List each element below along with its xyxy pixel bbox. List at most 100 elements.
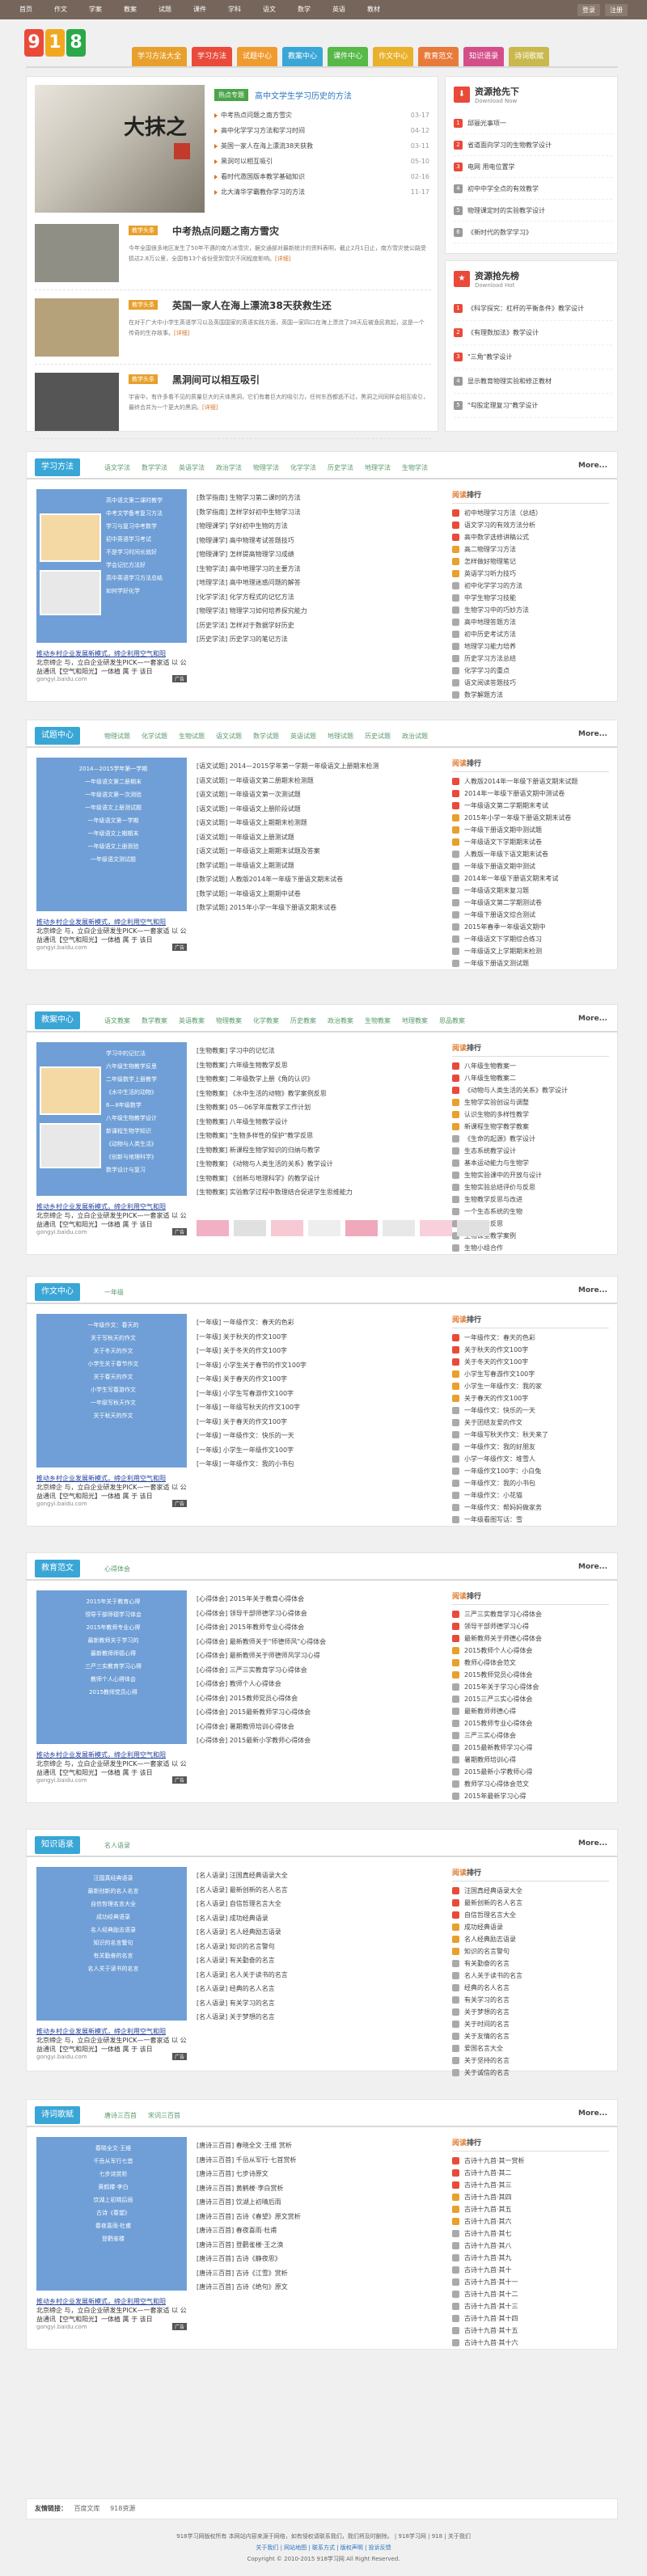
section-subnav-link[interactable]: 历史试题 (365, 732, 391, 741)
feature-text-line[interactable]: 一年级写秋天作文 (44, 1396, 182, 1409)
article-list-item[interactable]: [心得体会] 2015教师党员心得体会 (197, 1691, 439, 1706)
article-list-item[interactable]: [名人语录] 最新创新的名人名言 (197, 1883, 439, 1898)
article-list-item[interactable]: [名人语录] 汪国真经典语录大全 (197, 1869, 439, 1883)
rank-list-item[interactable]: 有关学习的名言 (452, 1994, 609, 2006)
rank-list-item[interactable]: 关于冬天的作文100字 (452, 1356, 609, 1368)
feature-text-line[interactable]: 有关勤奋的名言 (44, 1949, 182, 1962)
feature-text-line[interactable]: 一年级语文第一学期 (44, 814, 182, 827)
article-list-item[interactable]: [生物学法] 高中地理学习的主要方法 (197, 562, 439, 576)
feature-text-line[interactable]: 二年级数学上册教学 (106, 1073, 184, 1086)
ranked-item[interactable]: 3 电网 用电位置学 (454, 156, 612, 178)
rank-list-item[interactable]: 一年级作文：小花猫 (452, 1489, 609, 1501)
ad-title[interactable]: 推动乡村企业发展新模式，缔企利用空气和阳 (36, 1202, 187, 1211)
section-feature-image[interactable]: 2014—2015学年第一学期 一年级语文第二册期末 一年级语文第一次测验 一年级语文… (36, 758, 187, 911)
rank-list-item[interactable]: 古诗十九首·其十一 (452, 2276, 609, 2288)
rank-list-item[interactable]: 一年级写秋天作文：秋天来了 (452, 1429, 609, 1441)
article-list-item[interactable]: [语文试题] 一年级语文上册测试题 (197, 830, 439, 845)
article-list-item[interactable]: [心得体会] 最新教师关于师德师风学习心得 (197, 1649, 439, 1663)
section-subnav-link[interactable]: 宋词三百首 (148, 2111, 180, 2120)
article-list-item[interactable]: [生物教案] 六年级生物教学反思 (197, 1058, 439, 1073)
section-subnav-link[interactable]: 英语试题 (290, 732, 316, 741)
section-subnav-link[interactable]: 语文学法 (104, 463, 130, 472)
feature-text-line[interactable]: 关于写秋天的作文 (44, 1332, 182, 1345)
section-subnav-link[interactable]: 地理教案 (402, 1016, 428, 1025)
rank-list-item[interactable]: 小学生写春游作文100字 (452, 1368, 609, 1380)
article-list-item[interactable]: [数学试题] 2015年小学一年级下册语文期末试卷 (197, 901, 439, 915)
article-list-item[interactable]: [一年级] 关于春天的作文100字 (197, 1415, 439, 1429)
article-list-item[interactable]: [心得体会] 2015最新教师学习心得体会 (197, 1705, 439, 1720)
section-subnav-link[interactable]: 生物学法 (402, 463, 428, 472)
article-list-item[interactable]: [生物教案] 《水中生活的动物》教学案例反思 (197, 1087, 439, 1101)
rank-list-item[interactable]: 关于秋天的作文100字 (452, 1344, 609, 1356)
ad-title[interactable]: 推动乡村企业发展新模式，缔企利用空气和阳 (36, 918, 187, 927)
feature-text-line[interactable]: 教师个人心得体会 (44, 1673, 182, 1686)
section-subnav-link[interactable]: 政治教案 (328, 1016, 353, 1025)
article-list-item[interactable]: [心得体会] 三严三实教育学习心得体会 (197, 1663, 439, 1678)
rank-list-item[interactable]: 汪国真经典语录大全 (452, 1885, 609, 1897)
ad-title[interactable]: 推动乡村企业发展新模式，缔企利用空气和阳 (36, 1750, 187, 1759)
rank-list-item[interactable]: 八年级生物教案二 (452, 1072, 609, 1084)
article-list-item[interactable]: [心得体会] 暑期教师培训心得体会 (197, 1720, 439, 1734)
section-tag[interactable]: 教育范文 (35, 1560, 80, 1577)
article-list-item[interactable]: [物理课学] 高中物理考试答题技巧 (197, 534, 439, 548)
article-list-item[interactable]: [生物教案] "生物多样性的保护"教学反思 (197, 1129, 439, 1143)
article-list-item[interactable]: [物理学法] 物理学习如何培养探究能力 (197, 604, 439, 619)
feature-text-line[interactable]: 不是学习时间长就好 (106, 546, 184, 559)
feature-text-line[interactable]: 领导干部师德学习体会 (44, 1608, 182, 1621)
rank-list-item[interactable]: 名人关于读书的名言 (452, 1970, 609, 1982)
top-nav-item[interactable]: 学科 (228, 0, 241, 19)
ranked-item[interactable]: 5 "勾股定理复习"教学设计 (454, 394, 612, 418)
ad-block[interactable]: 推动乡村企业发展新模式，缔企利用空气和阳 北京缔企 与，立白企业研发生PICK—一… (36, 918, 187, 951)
rank-list-item[interactable]: 关于团结友爱的作文 (452, 1417, 609, 1429)
feature-text-line[interactable]: 八年级生物教学设计 (106, 1112, 184, 1125)
rank-list-item[interactable]: 2015最新小学教师心得 (452, 1766, 609, 1778)
article-list-item[interactable]: [一年级] 关于秋天的作文100字 (197, 1330, 439, 1345)
rank-list-item[interactable]: 有关勤奋的名言 (452, 1957, 609, 1970)
feature-text-line[interactable]: 小学生关于春节作文 (44, 1358, 182, 1370)
rank-list-item[interactable]: 生物实验总结评价与反思 (452, 1181, 609, 1193)
rank-list-item[interactable]: 初中地理学习方法（总结） (452, 507, 609, 519)
section-subnav-link[interactable]: 化学教案 (253, 1016, 279, 1025)
article-list-item[interactable]: [语文试题] 一年级语文上期期末检测题 (197, 816, 439, 830)
rank-list-item[interactable]: 爱国名言大全 (452, 2042, 609, 2054)
more-link[interactable]: More... (578, 1839, 607, 1848)
rank-list-item[interactable]: 数学解题方法 (452, 689, 609, 701)
top-nav-item[interactable]: 数学 (298, 0, 311, 19)
top-nav-item[interactable]: 试题 (159, 0, 171, 19)
rank-list-item[interactable]: 一年级作文：我的小书包 (452, 1477, 609, 1489)
featured-headline[interactable]: 高中文学生学习历史的方法 (255, 89, 352, 101)
ranked-item[interactable]: 2 《有理数加法》教学设计 (454, 321, 612, 345)
section-subnav-link[interactable]: 数学学法 (142, 463, 167, 472)
ranked-item[interactable]: 4 初中中学全点的有效教学 (454, 178, 612, 200)
article-list-item[interactable]: [心得体会] 最新教师关于"师德师风"心得体会 (197, 1635, 439, 1649)
featured-list-item[interactable]: 中考热点问题之南方雪灾 03-17 (214, 108, 429, 123)
rank-list-item[interactable]: 古诗十九首·其八 (452, 2240, 609, 2252)
feature-text-line[interactable]: 名人关于读书的名言 (44, 1962, 182, 1975)
rank-list-item[interactable]: 暑期教师培训心得 (452, 1754, 609, 1766)
feature-text-line[interactable]: 一年级语文上期期末 (44, 827, 182, 840)
rank-list-item[interactable]: 自信哲理名言大全 (452, 1909, 609, 1921)
rank-list-item[interactable]: 人教版2014年一年级下册语文期末试题 (452, 775, 609, 788)
feature-text-line[interactable]: 《创新与地理科学》 (106, 1151, 184, 1163)
rank-list-item[interactable]: 生物教学反思与改进 (452, 1193, 609, 1206)
article-list-item[interactable]: [一年级] 关于冬天的作文100字 (197, 1344, 439, 1358)
section-feature-image[interactable]: 一年级作文：春天的 关于写秋天的作文 关于冬天的作文 小学生关于春节作文 关于春天的作文… (36, 1314, 187, 1467)
article-list-item[interactable]: [生物教案] 实验教学过程中数理结合促进学生思维能力 (197, 1185, 439, 1200)
featured-list-item[interactable]: 北大清华学霸教你学习的方法 11-17 (214, 184, 429, 200)
ranked-item[interactable]: 6 《新时代的数学学习》 (454, 222, 612, 243)
rank-list-item[interactable]: 一年级语文第二学期期末考试 (452, 800, 609, 812)
ad-block[interactable]: 推动乡村企业发展新模式，缔企利用空气和阳 北京缔企 与，立白企业研发生PICK—一… (36, 1202, 187, 1235)
section-subnav-link[interactable]: 语文试题 (216, 732, 242, 741)
section-subnav-link[interactable]: 政治学法 (216, 463, 242, 472)
rank-list-item[interactable]: 高二物理学习方法 (452, 543, 609, 555)
section-subnav-link[interactable]: 名人语录 (104, 1841, 130, 1850)
feature-text-line[interactable]: 关于秋天的作文 (44, 1409, 182, 1422)
feature-text-line[interactable]: 最新教师师德心得 (44, 1647, 182, 1660)
ad-title[interactable]: 推动乡村企业发展新模式，缔企利用空气和阳 (36, 2027, 187, 2036)
more-link[interactable]: More... (578, 1563, 607, 1571)
feature-text-line[interactable]: 2015年关于教育心得 (44, 1595, 182, 1608)
rank-list-item[interactable]: 一年级下册语文综合测试 (452, 909, 609, 921)
rank-list-item[interactable]: 一年级看图写话：雪 (452, 1514, 609, 1526)
section-subnav-link[interactable]: 一年级 (104, 1288, 124, 1297)
rank-list-item[interactable]: 古诗十九首·其五 (452, 2203, 609, 2215)
